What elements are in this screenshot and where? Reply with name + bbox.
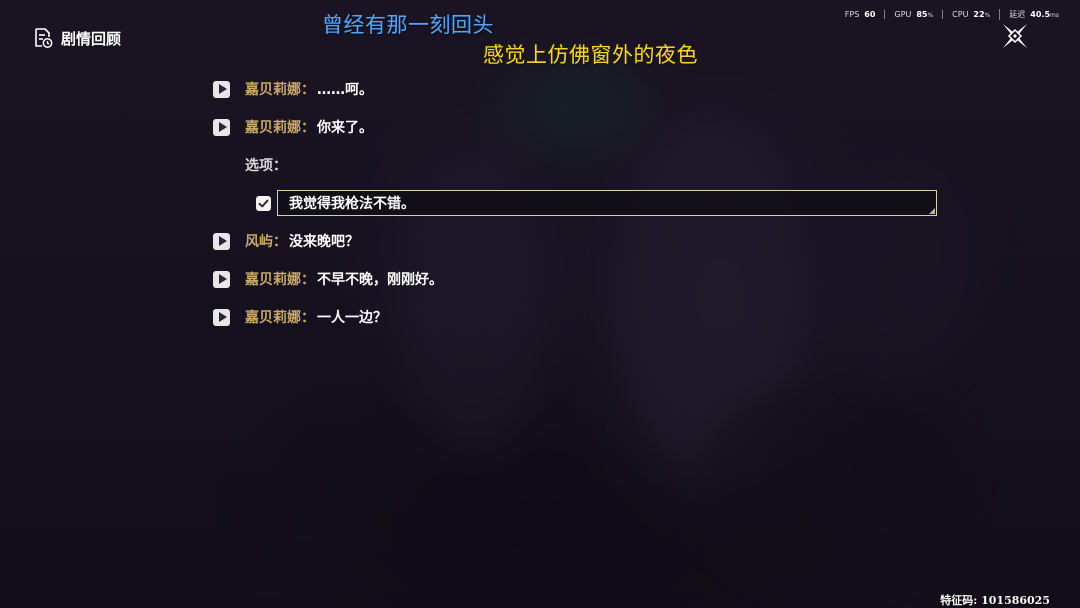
cpu-unit: % xyxy=(984,12,991,19)
latency-label: 延迟 xyxy=(1009,10,1026,19)
dialogue-text: 你来了。 xyxy=(317,120,373,136)
speaker-colon: ： xyxy=(301,272,315,288)
play-icon xyxy=(218,236,227,246)
gpu-stat: GPU 85% xyxy=(884,10,942,19)
play-voice-button[interactable] xyxy=(213,308,230,326)
play-voice-button[interactable] xyxy=(213,80,230,98)
dialogue-history-list: 嘉贝莉娜 ： ……呵。 嘉贝莉娜 ： 你来了。 选项： 我觉得我枪法不错。 风屿… xyxy=(213,70,953,336)
latency-unit: ms xyxy=(1050,12,1059,19)
feature-code-watermark: 特征码: 101586025 xyxy=(940,594,1050,607)
play-icon xyxy=(218,122,227,132)
document-history-icon xyxy=(33,27,53,49)
play-icon xyxy=(218,312,227,322)
fps-label: FPS xyxy=(844,10,860,19)
cpu-value: 22 xyxy=(973,10,985,19)
speaker-name: 嘉贝莉娜 xyxy=(245,310,301,326)
dialogue-text: ……呵。 xyxy=(317,82,373,98)
lyric-line-1: 曾经有那一刻回头 xyxy=(322,13,494,37)
speaker-name: 嘉贝莉娜 xyxy=(245,272,301,288)
checkbox-checked-icon xyxy=(256,195,271,211)
speaker-colon: ： xyxy=(301,310,315,326)
dialogue-row: 嘉贝莉娜 ： 你来了。 xyxy=(213,108,953,146)
dialogue-text: 一人一边？ xyxy=(317,310,387,326)
cpu-stat: CPU 22% xyxy=(942,10,999,19)
selected-option[interactable]: 我觉得我枪法不错。 xyxy=(277,190,937,216)
play-voice-button[interactable] xyxy=(213,232,230,250)
dialogue-text: 没来晚吧？ xyxy=(289,234,359,250)
gpu-label: GPU xyxy=(894,10,912,19)
play-voice-button[interactable] xyxy=(213,118,230,136)
play-icon xyxy=(218,84,227,94)
dialogue-row: 嘉贝莉娜 ： 不早不晚，刚刚好。 xyxy=(213,260,953,298)
lyric-line-2: 感觉上仿佛窗外的夜色 xyxy=(483,43,698,67)
gpu-unit: % xyxy=(927,12,934,19)
option-corner-decoration xyxy=(929,208,935,214)
story-review-header: 剧情回顾 xyxy=(33,27,121,49)
close-x-icon xyxy=(1003,24,1027,48)
dialogue-row: 嘉贝莉娜 ： 一人一边？ xyxy=(213,298,953,336)
option-row: 我觉得我枪法不错。 xyxy=(213,184,953,222)
speaker-colon: ： xyxy=(301,82,315,98)
play-icon xyxy=(218,274,227,284)
latency-value: 40.5 xyxy=(1030,10,1051,19)
gpu-value: 85 xyxy=(916,10,928,19)
options-label: 选项： xyxy=(245,158,287,174)
fps-stat: FPS 60 xyxy=(836,10,885,19)
speaker-name: 嘉贝莉娜 xyxy=(245,82,301,98)
latency-stat: 延迟 40.5ms xyxy=(999,9,1068,20)
dialogue-row: 风屿 ： 没来晚吧？ xyxy=(213,222,953,260)
play-voice-button[interactable] xyxy=(213,270,230,288)
dialogue-text: 不早不晚，刚刚好。 xyxy=(317,272,443,288)
speaker-name: 嘉贝莉娜 xyxy=(245,120,301,136)
selected-option-text: 我觉得我枪法不错。 xyxy=(289,196,415,212)
cpu-label: CPU xyxy=(952,10,969,19)
page-title: 剧情回顾 xyxy=(61,29,122,48)
speaker-colon: ： xyxy=(301,120,315,136)
fps-value: 60 xyxy=(864,10,876,19)
dialogue-row: 嘉贝莉娜 ： ……呵。 xyxy=(213,70,953,108)
performance-overlay: FPS 60 GPU 85% CPU 22% 延迟 40.5ms xyxy=(836,9,1068,20)
close-button[interactable] xyxy=(1000,21,1030,51)
speaker-colon: ： xyxy=(273,234,287,250)
speaker-name: 风屿 xyxy=(245,234,273,250)
